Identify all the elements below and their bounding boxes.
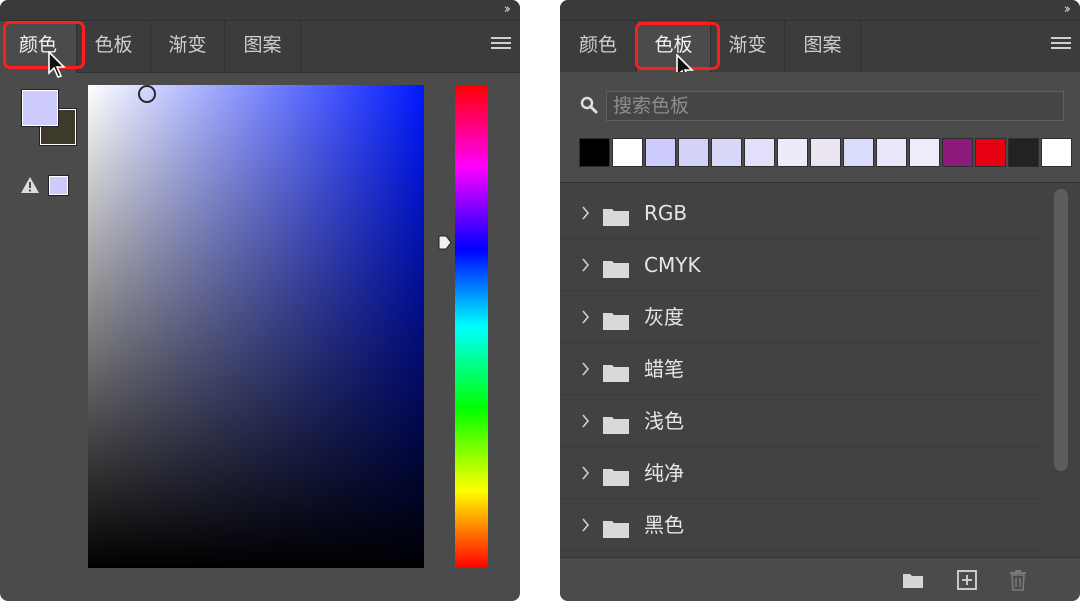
recent-swatch[interactable]: [645, 138, 676, 167]
tab-swatches[interactable]: 色板: [77, 21, 151, 72]
scrollbar-thumb[interactable]: [1054, 189, 1068, 471]
recent-swatch[interactable]: [744, 138, 775, 167]
tab-color[interactable]: 颜色: [560, 21, 637, 72]
chevron-right-icon[interactable]: [581, 362, 590, 376]
swatch-group-row[interactable]: 灰度: [560, 291, 1042, 343]
folder-icon: [603, 313, 629, 330]
folder-icon: [603, 261, 629, 278]
chevron-right-icon[interactable]: [581, 466, 590, 480]
panel-footer: [560, 557, 1080, 601]
swatch-group-row[interactable]: 黑色: [560, 499, 1042, 551]
panel-menu-icon[interactable]: [491, 37, 511, 51]
recent-swatch[interactable]: [843, 138, 874, 167]
swatch-group-label: 浅色: [644, 409, 684, 433]
tab-patterns[interactable]: 图案: [225, 21, 301, 72]
saturation-brightness-field[interactable]: [88, 85, 424, 568]
folder-icon: [603, 417, 629, 434]
recent-swatch[interactable]: [1041, 138, 1072, 167]
folder-icon: [603, 209, 629, 226]
recent-swatch[interactable]: [678, 138, 709, 167]
swatch-group-row[interactable]: 浅色: [560, 395, 1042, 447]
swatch-group-label: 灰度: [644, 305, 684, 329]
swatches-panel: ›› 颜色 色板 渐变 图案 RGB CMYK 灰度蜡笔浅色纯净黑色: [560, 0, 1080, 601]
swatch-search-input[interactable]: [606, 91, 1064, 121]
recent-swatch[interactable]: [975, 138, 1006, 167]
swatch-group-label: 黑色: [644, 513, 684, 537]
new-swatch-icon[interactable]: [956, 569, 978, 591]
recent-swatch[interactable]: [612, 138, 643, 167]
chevron-right-icon[interactable]: [581, 518, 590, 532]
panel-top-bar: ››: [560, 0, 1080, 21]
swatch-group-row[interactable]: RGB: [560, 187, 1042, 239]
tab-patterns[interactable]: 图案: [785, 21, 861, 72]
swatch-group-label: 蜡笔: [644, 357, 684, 381]
recent-swatch[interactable]: [810, 138, 841, 167]
color-panel: ›› 颜色 色板 渐变 图案: [0, 0, 520, 601]
swatch-group-row[interactable]: CMYK: [560, 239, 1042, 291]
swatch-group-row[interactable]: 纯净: [560, 447, 1042, 499]
folder-icon: [603, 469, 629, 486]
tab-bar: 颜色 色板 渐变 图案: [560, 21, 1080, 73]
new-group-folder-icon[interactable]: [902, 569, 924, 591]
foreground-color-swatch[interactable]: [21, 89, 59, 127]
tab-swatches[interactable]: 色板: [637, 21, 711, 73]
swatch-group-label: 纯净: [644, 461, 684, 485]
tab-gradients[interactable]: 渐变: [151, 21, 225, 72]
folder-icon: [603, 521, 629, 538]
hue-slider-bar[interactable]: [455, 85, 488, 568]
panel-top-bar: ››: [0, 0, 520, 21]
gamut-correction-swatch[interactable]: [48, 175, 69, 196]
swatch-group-row[interactable]: 蜡笔: [560, 343, 1042, 395]
recent-swatch[interactable]: [777, 138, 808, 167]
chevron-right-icon[interactable]: [581, 258, 590, 272]
color-picker-marker[interactable]: [138, 85, 156, 103]
recent-swatch[interactable]: [942, 138, 973, 167]
recent-swatch[interactable]: [711, 138, 742, 167]
chevron-right-icon[interactable]: [581, 414, 590, 428]
swatch-search-area: [560, 72, 1080, 182]
delete-trash-icon[interactable]: [1007, 569, 1029, 591]
swatch-group-label: CMYK: [644, 253, 701, 277]
collapse-panel-icon[interactable]: ››: [1064, 1, 1072, 19]
search-icon: [580, 96, 598, 114]
hue-slider-handle-icon[interactable]: [438, 235, 452, 250]
tab-gradients[interactable]: 渐变: [711, 21, 785, 72]
recent-swatch[interactable]: [579, 138, 610, 167]
collapse-panel-icon[interactable]: ››: [504, 1, 512, 19]
chevron-right-icon[interactable]: [581, 206, 590, 220]
folder-icon: [603, 365, 629, 382]
recent-swatch[interactable]: [876, 138, 907, 167]
recent-swatch[interactable]: [1008, 138, 1039, 167]
chevron-right-icon[interactable]: [581, 310, 590, 324]
warning-icon[interactable]: [20, 176, 40, 194]
recent-swatches-row: [579, 138, 1074, 168]
recent-swatch[interactable]: [909, 138, 940, 167]
swatch-groups-list: RGB CMYK 灰度蜡笔浅色纯净黑色: [560, 182, 1080, 558]
panel-menu-icon[interactable]: [1051, 37, 1071, 51]
swatch-group-label: RGB: [644, 201, 688, 225]
tab-bar: 颜色 色板 渐变 图案: [0, 21, 520, 73]
mouse-pointer-icon: [48, 51, 66, 78]
